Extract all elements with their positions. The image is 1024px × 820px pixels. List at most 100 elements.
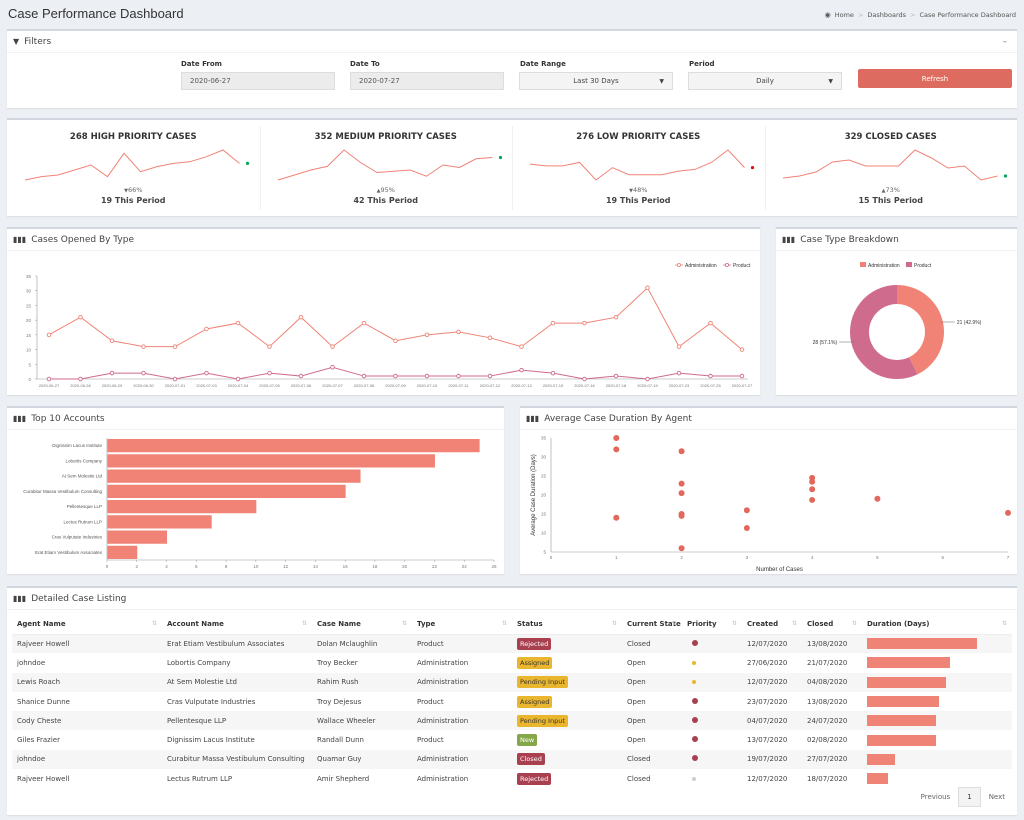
column-header[interactable]: Account Name ⇅ (162, 615, 312, 635)
table-row[interactable]: Cody Cheste Pellentesque LLP Wallace Wheel… (12, 711, 1012, 731)
scatter-point[interactable] (613, 435, 620, 441)
scatter-point[interactable] (743, 507, 750, 514)
sort-icon[interactable]: ⇅ (1002, 620, 1007, 627)
data-point[interactable] (78, 314, 83, 320)
data-point[interactable] (708, 373, 713, 379)
column-header[interactable]: Priority ⇅ (682, 615, 742, 635)
data-point[interactable] (582, 376, 587, 382)
table-row[interactable]: Rajveer Howell Lectus Rutrum LLP Amir Shep… (12, 769, 1012, 788)
period-select[interactable]: Daily ▼ (688, 72, 842, 90)
legend-label[interactable]: Product (733, 263, 751, 269)
bar[interactable] (107, 454, 435, 468)
previous-button[interactable]: Previous (921, 793, 951, 801)
column-header[interactable]: Closed ⇅ (802, 615, 862, 635)
date-to-input[interactable]: 2020-07-27 (350, 72, 504, 90)
scatter-point[interactable] (678, 490, 685, 497)
next-button[interactable]: Next (989, 793, 1005, 801)
column-header[interactable]: Current State ⇅ (622, 615, 682, 635)
scatter-point[interactable] (809, 486, 816, 493)
sort-icon[interactable]: ⇅ (612, 620, 617, 627)
data-point[interactable] (141, 344, 146, 349)
data-point[interactable] (456, 329, 461, 335)
scatter-point[interactable] (678, 448, 685, 455)
data-point[interactable] (235, 320, 241, 326)
scatter-point[interactable] (613, 446, 620, 453)
data-point[interactable] (456, 373, 461, 379)
sort-icon[interactable]: ⇅ (852, 620, 857, 627)
bar[interactable] (107, 484, 346, 498)
data-point[interactable] (172, 344, 178, 349)
data-point[interactable] (78, 376, 83, 382)
breadcrumb-dashboards[interactable]: Dashboards (867, 11, 906, 19)
sort-icon[interactable]: ⇅ (732, 620, 737, 627)
legend-label[interactable]: Administration (868, 263, 900, 269)
refresh-button[interactable]: Refresh (858, 69, 1012, 88)
date-from-input[interactable]: 2020-06-27 (181, 72, 335, 90)
sort-icon[interactable]: ⇅ (672, 620, 677, 627)
column-header[interactable]: Agent Name ⇅ (12, 615, 162, 635)
data-point[interactable] (613, 314, 619, 320)
scatter-point[interactable] (613, 514, 620, 521)
data-point[interactable] (739, 347, 745, 352)
data-point[interactable] (519, 344, 524, 349)
data-point[interactable] (645, 285, 650, 291)
data-point[interactable] (739, 373, 745, 379)
column-header[interactable]: Duration (Days) ⇅ (862, 615, 1012, 635)
bar[interactable] (107, 515, 212, 529)
minus-icon[interactable]: – (1003, 37, 1008, 47)
scatter-point[interactable] (743, 525, 750, 532)
table-row[interactable]: Rajveer Howell Erat Etiam Vestibulum Asso… (12, 634, 1012, 654)
data-point[interactable] (393, 338, 398, 343)
table-row[interactable]: Lewis Roach At Sem Molestie Ltd Rahim Rush… (12, 672, 1012, 692)
data-point[interactable] (519, 367, 524, 373)
column-header[interactable]: Case Name ⇅ (312, 615, 412, 635)
sort-icon[interactable]: ⇅ (792, 620, 797, 627)
data-point[interactable] (361, 373, 367, 379)
data-point[interactable] (46, 376, 52, 382)
data-point[interactable] (298, 373, 304, 379)
data-point[interactable] (487, 335, 493, 341)
data-point[interactable] (613, 373, 619, 379)
bar[interactable] (107, 530, 168, 544)
data-point[interactable] (424, 373, 430, 379)
data-point[interactable] (235, 376, 241, 382)
data-point[interactable] (46, 332, 52, 338)
column-header[interactable]: Status ⇅ (512, 615, 622, 635)
table-row[interactable]: Shanice Dunne Cras Vulputate Industries Tr… (12, 692, 1012, 711)
scatter-point[interactable] (809, 478, 816, 485)
bar[interactable] (107, 439, 480, 453)
scatter-point[interactable] (678, 480, 685, 487)
sort-icon[interactable]: ⇅ (502, 620, 507, 627)
scatter-point[interactable] (678, 545, 685, 552)
data-point[interactable] (708, 320, 713, 326)
scatter-point[interactable] (1005, 509, 1011, 516)
column-header[interactable]: Created ⇅ (742, 615, 802, 635)
sort-icon[interactable]: ⇅ (302, 620, 307, 627)
scatter-point[interactable] (874, 495, 881, 502)
data-point[interactable] (424, 332, 430, 338)
table-row[interactable]: Giles Frazier Dignissim Lacus Institute Ra… (12, 730, 1012, 749)
data-point[interactable] (393, 373, 398, 379)
table-row[interactable]: johndoe Lobortis Company Troy Becker Admini… (12, 653, 1012, 672)
data-point[interactable] (267, 344, 272, 349)
page-1-button[interactable]: 1 (958, 787, 981, 807)
table-row[interactable]: johndoe Curabitur Massa Vestibulum Consul… (12, 749, 1012, 770)
bar[interactable] (107, 469, 361, 483)
data-point[interactable] (109, 370, 115, 376)
data-point[interactable] (141, 370, 146, 376)
data-point[interactable] (204, 326, 209, 332)
data-point[interactable] (204, 370, 209, 376)
data-point[interactable] (267, 370, 272, 376)
data-point[interactable] (330, 344, 335, 349)
scatter-point[interactable] (678, 512, 685, 519)
sort-icon[interactable]: ⇅ (152, 620, 157, 627)
data-point[interactable] (550, 320, 556, 326)
data-point[interactable] (676, 344, 682, 349)
data-point[interactable] (298, 314, 304, 320)
data-point[interactable] (676, 370, 682, 376)
legend-label[interactable]: Product (914, 263, 932, 269)
column-header[interactable]: Type ⇅ (412, 615, 512, 635)
data-point[interactable] (361, 320, 367, 326)
data-point[interactable] (582, 320, 587, 326)
data-point[interactable] (645, 376, 650, 382)
